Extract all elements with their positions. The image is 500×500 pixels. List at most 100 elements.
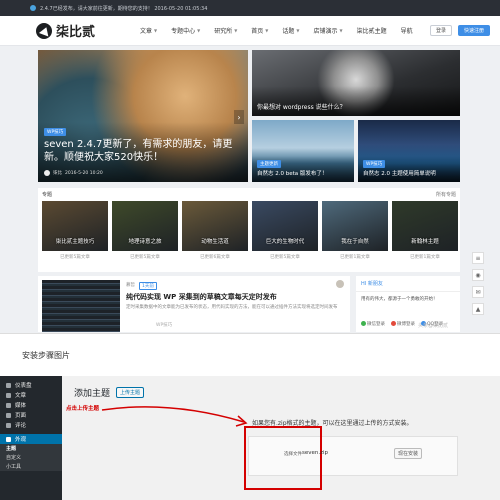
wp-submenu-customize[interactable]: 自定义: [0, 453, 62, 462]
topic-image[interactable]: 我在于自然: [322, 201, 388, 251]
post-excerpt: 定时采集数据中的文章能为已发布的状态，用代码实现的方法，能在可以通过插件方法实现…: [126, 305, 338, 310]
annotation-arrow: [101, 406, 248, 427]
topic-image[interactable]: 地理诗意之旅: [112, 201, 178, 251]
topic-count: 已更新6篇文章: [200, 255, 230, 260]
wechat-icon: [361, 321, 366, 326]
topic-card[interactable]: 巨大的生物时代 已更新5篇文章: [252, 201, 318, 260]
menu-icon[interactable]: ≡: [472, 252, 484, 264]
logo-text: 柒比贰: [56, 25, 96, 40]
topic-list: 柒比贰主题技巧 已更新5篇文章 地理诗意之旅 已更新5篇文章 动物生活道 已更新6篇文章巨…: [38, 201, 460, 260]
side-card-title: 自然志 2.0 beta 版发布了！: [257, 171, 328, 177]
annotation-highlight: [244, 426, 322, 490]
wp-menu-posts[interactable]: 文章: [0, 390, 62, 400]
notice-icon: [30, 5, 36, 11]
all-topics-link[interactable]: 所有专题: [436, 191, 456, 198]
topic-image[interactable]: 新翰林主题: [392, 201, 458, 251]
topic-card[interactable]: 动物生活道已更新6篇文章: [182, 201, 248, 260]
side-card-title: 自然志 2.0 主题使用简单说明: [363, 171, 436, 177]
main-menu: 文章 ▼ 专题中心 ▼ 研究所 ▼ 首页 ▼ 话题 ▼ 店铺演示 ▼ 柒比贰主题 导航: [106, 26, 430, 35]
hero-date: 2016-5-20 10:20: [65, 170, 103, 176]
topic-card[interactable]: 柒比贰主题技巧 已更新5篇文章: [42, 201, 108, 260]
avatar: [44, 170, 50, 176]
post-title[interactable]: 纯代码实现 WP 采集到的草稿文章每天定时发布: [126, 292, 277, 302]
wp-menu-dashboard[interactable]: 仪表盘: [0, 380, 62, 390]
floating-toolbar: ≡ ◉ ✉ ▲: [472, 252, 484, 315]
side-card-1[interactable]: 你最想对 wordpress 说些什么？: [252, 50, 460, 116]
hero-author: 柒比: [53, 171, 62, 176]
pin-icon: [6, 392, 11, 398]
widget-heading: HI 新朋友: [356, 276, 460, 292]
install-now-button[interactable]: 现在安装: [394, 448, 422, 459]
wp-menu-comments[interactable]: 评论: [0, 420, 62, 430]
topic-count: 已更新5篇文章: [130, 255, 160, 260]
topic-title: 柒比贰主题技巧: [55, 239, 95, 245]
hero-tag[interactable]: WP技巧: [44, 128, 67, 136]
menu-item-home[interactable]: 首页 ▼: [251, 26, 268, 35]
post-meta: 慕哲 1天前: [126, 282, 157, 290]
wp-submenu-themes[interactable]: 主题: [0, 444, 62, 453]
logo-icon: [36, 22, 52, 39]
wp-menu-pages[interactable]: 页面: [0, 410, 62, 420]
slider-next-icon[interactable]: ›: [234, 110, 244, 124]
login-button[interactable]: 登录: [430, 25, 452, 36]
post-author[interactable]: 慕哲: [126, 282, 135, 290]
media-icon: [6, 402, 11, 408]
section-caption: 安装步骤图片: [22, 351, 70, 360]
notice-bar: 2.4.7已经发布，请大家前往更新，期待您的支持！ 2016-05-20 01:…: [0, 0, 500, 16]
notice-text: 2.4.7已经发布，请大家前往更新，期待您的支持！ 2016-05-20 01:…: [40, 5, 208, 12]
topics-section: 专题 所有专题 柒比贰主题技巧 已更新5篇文章 地理诗意之旅 已更新5篇文章 动物生活道…: [38, 188, 460, 272]
wp-menu-media[interactable]: 媒体: [0, 400, 62, 410]
chevron-down-icon: ▼: [265, 28, 269, 33]
watermark: 头条@柒比贰: [418, 323, 449, 329]
menu-item-nav[interactable]: 导航: [401, 26, 413, 35]
menu-item-shop[interactable]: 店铺演示 ▼: [313, 26, 342, 35]
post-tag[interactable]: WP技巧: [156, 322, 172, 328]
annotation-label: 点击上传主题: [66, 406, 100, 412]
menu-item-topic[interactable]: 话题 ▼: [282, 26, 299, 35]
weibo-icon: [391, 321, 396, 326]
topic-title: 新翰林主题: [411, 239, 439, 245]
hero-title[interactable]: seven 2.4.7更新了，有需求的朋友，请更新。顺便祝大家520快乐！: [44, 138, 244, 164]
topic-image[interactable]: 柒比贰主题技巧: [42, 201, 108, 251]
side-card-title: 你最想对 wordpress 说些什么？: [257, 104, 346, 111]
side-card-3[interactable]: WP技巧 自然志 2.0 主题使用简单说明: [358, 120, 460, 182]
chevron-down-icon: ▼: [197, 28, 201, 33]
topic-card[interactable]: 地理诗意之旅已更新5篇文章: [112, 201, 178, 260]
topic-title: 我在于自然: [341, 239, 369, 245]
topic-title: 巨大的生物时代: [265, 239, 305, 245]
card-overlay: [252, 86, 460, 116]
menu-item-lab[interactable]: 研究所 ▼: [214, 26, 237, 35]
side-card-tag[interactable]: WP技巧: [363, 160, 386, 168]
side-card-tag[interactable]: 主题更新: [257, 160, 281, 168]
nav-actions: 登录 快速注册: [430, 25, 490, 36]
topics-header: 专题 所有专题: [38, 188, 460, 201]
side-card-2[interactable]: 主题更新 自然志 2.0 beta 版发布了！: [252, 120, 354, 182]
wp-submenu-widgets[interactable]: 小工具: [0, 462, 62, 471]
wp-sidebar: 仪表盘 文章 媒体 页面 评论 外观 主题 自定义 小工具: [0, 376, 62, 500]
avatar[interactable]: [336, 280, 344, 288]
topic-count: 已更新1篇文章: [410, 255, 440, 260]
chevron-down-icon: ▼: [154, 28, 158, 33]
mail-icon[interactable]: ✉: [472, 286, 484, 298]
register-button[interactable]: 快速注册: [458, 25, 490, 36]
hero-slide[interactable]: WP技巧 seven 2.4.7更新了，有需求的朋友，请更新。顺便祝大家520快…: [38, 50, 248, 182]
topic-image[interactable]: 动物生活道: [182, 201, 248, 251]
topic-card[interactable]: 新翰林主题已更新1篇文章: [392, 201, 458, 260]
menu-item-theme[interactable]: 柒比贰主题: [357, 26, 387, 35]
location-icon[interactable]: ◉: [472, 269, 484, 281]
dashboard-icon: [6, 382, 11, 388]
topic-card[interactable]: 我在于自然 已更新1篇文章: [322, 201, 388, 260]
chevron-down-icon: ▼: [296, 28, 300, 33]
weibo-login[interactable]: 微博登录: [391, 321, 415, 327]
logo[interactable]: 柒比贰: [36, 21, 106, 40]
topic-count: 已更新5篇文章: [60, 255, 90, 260]
post-card[interactable]: 慕哲 1天前 纯代码实现 WP 采集到的草稿文章每天定时发布 定时采集数据中的文…: [38, 276, 350, 332]
topic-image[interactable]: 巨大的生物时代: [252, 201, 318, 251]
menu-item-articles[interactable]: 文章 ▼: [140, 26, 157, 35]
post-thumbnail[interactable]: [42, 280, 120, 332]
wp-menu-appearance[interactable]: 外观: [0, 434, 62, 444]
menu-item-topics[interactable]: 专题中心 ▼: [171, 26, 200, 35]
wechat-login[interactable]: 微信登录: [361, 321, 385, 327]
choose-file-button[interactable]: 选择文件: [284, 451, 302, 457]
back-to-top-icon[interactable]: ▲: [472, 303, 484, 315]
